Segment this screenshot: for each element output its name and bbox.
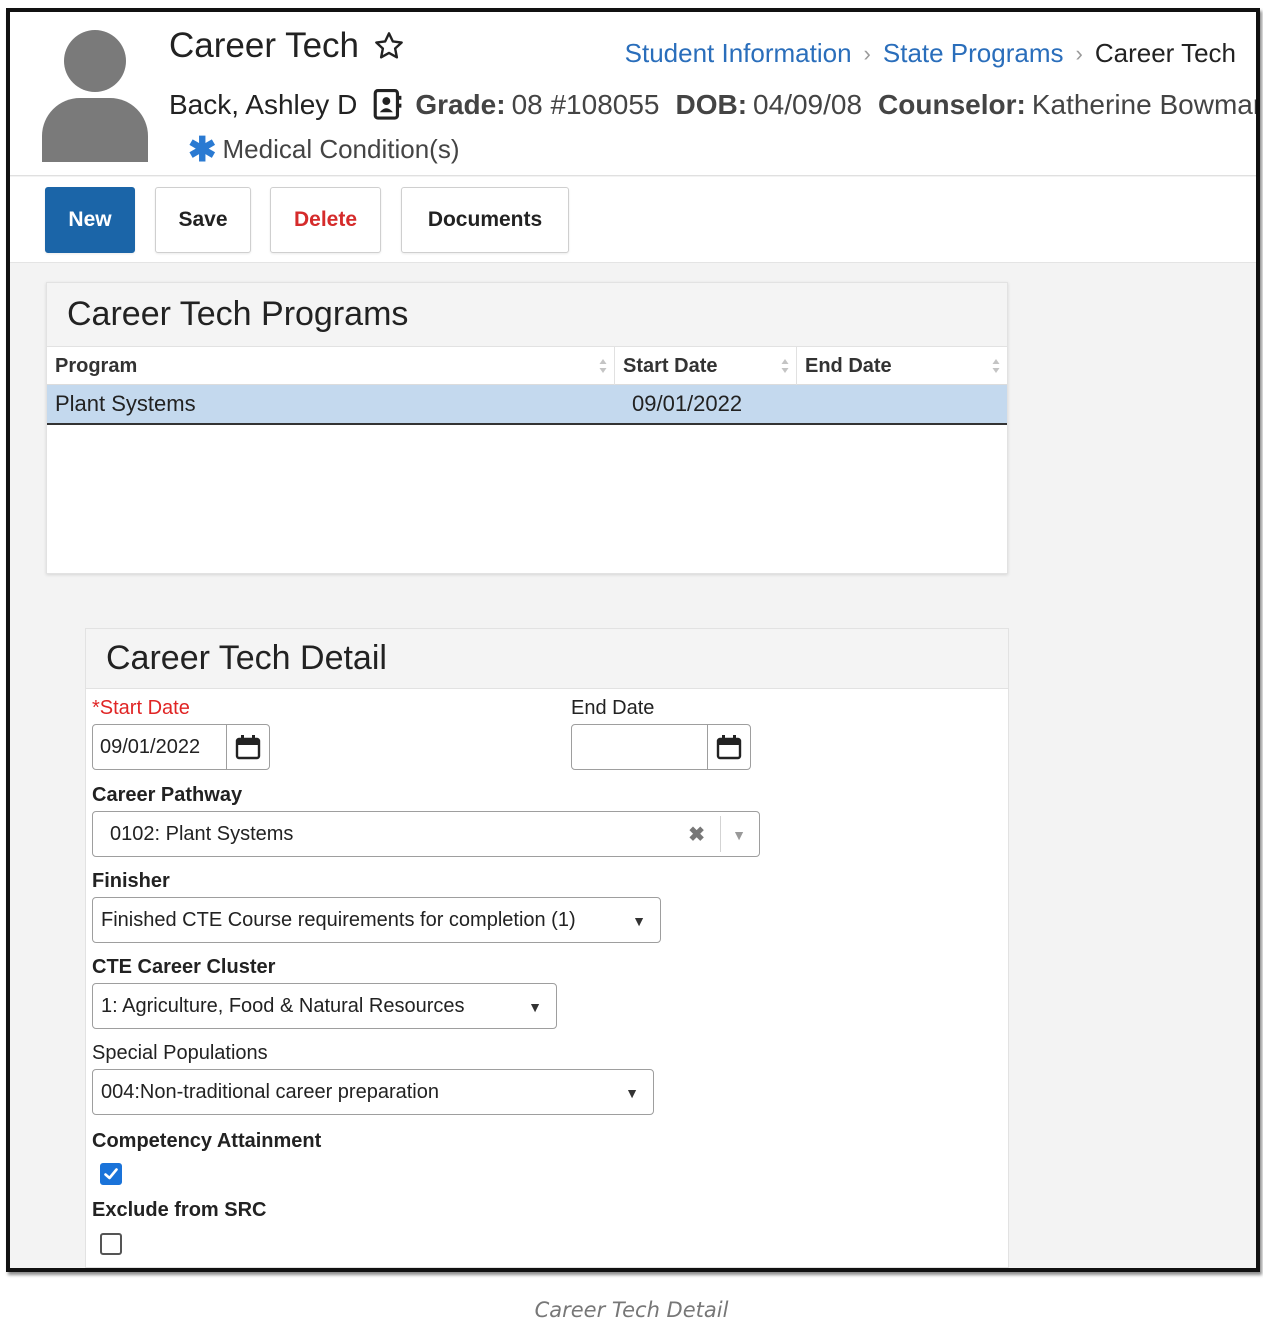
programs-table-header: Program Start Date End Date bbox=[47, 347, 1007, 385]
detail-panel-title: Career Tech Detail bbox=[86, 629, 1008, 689]
counselor-label: Counselor: bbox=[878, 89, 1026, 120]
calendar-icon bbox=[716, 735, 742, 760]
finisher-label: Finisher bbox=[92, 870, 170, 892]
cte-career-cluster-select[interactable]: 1: Agriculture, Food & Natural Resources… bbox=[92, 983, 557, 1029]
chevron-down-icon: ▼ bbox=[625, 1085, 639, 1101]
counselor-value: Katherine Bowman bbox=[1031, 89, 1260, 120]
start-date-label: *Start Date bbox=[92, 697, 190, 719]
exclude-from-src-label: Exclude from SRC bbox=[92, 1199, 267, 1221]
documents-button[interactable]: Documents bbox=[401, 187, 569, 253]
star-icon[interactable] bbox=[373, 30, 405, 62]
start-date-input[interactable]: 09/01/2022 bbox=[93, 725, 227, 769]
grade-value: 08 #108055 bbox=[511, 89, 660, 120]
career-pathway-combobox[interactable]: 0102: Plant Systems ✖ ▼ bbox=[92, 811, 760, 857]
exclude-from-src-checkbox[interactable] bbox=[100, 1233, 122, 1255]
grade-label: Grade: bbox=[415, 89, 506, 120]
career-tech-detail-panel: Career Tech Detail *Start Date 09/01/202… bbox=[85, 628, 1009, 1268]
student-avatar bbox=[42, 30, 148, 162]
student-info: Back, Ashley D Grade: 08 #108055 DOB: 04… bbox=[169, 88, 1260, 122]
breadcrumb-state-programs[interactable]: State Programs bbox=[883, 38, 1064, 69]
save-button[interactable]: Save bbox=[155, 187, 251, 253]
chevron-right-icon: › bbox=[1075, 40, 1083, 66]
cell-program: Plant Systems bbox=[55, 391, 196, 416]
career-pathway-value: 0102: Plant Systems bbox=[110, 822, 294, 845]
sort-icon bbox=[599, 359, 607, 373]
column-header-start-date[interactable]: Start Date bbox=[615, 347, 797, 385]
action-toolbar: New Save Delete Documents bbox=[10, 177, 1256, 263]
end-date-field bbox=[571, 724, 751, 770]
special-populations-value: 004:Non-traditional career preparation bbox=[101, 1080, 439, 1103]
chevron-down-icon[interactable]: ▼ bbox=[732, 827, 746, 843]
dob-value: 04/09/08 bbox=[753, 89, 863, 120]
student-name: Back, Ashley D bbox=[169, 89, 358, 120]
special-populations-select[interactable]: 004:Non-traditional career preparation ▼ bbox=[92, 1069, 654, 1115]
start-date-calendar-button[interactable] bbox=[227, 725, 269, 769]
checkmark-icon bbox=[104, 1168, 118, 1180]
career-pathway-label: Career Pathway bbox=[92, 784, 243, 806]
special-populations-label: Special Populations bbox=[92, 1042, 268, 1064]
end-date-label: End Date bbox=[571, 697, 655, 719]
column-label-program: Program bbox=[55, 354, 138, 377]
page-title-text: Career Tech bbox=[169, 26, 360, 65]
calendar-icon bbox=[235, 735, 261, 760]
finisher-select[interactable]: Finished CTE Course requirements for com… bbox=[92, 897, 661, 943]
chevron-right-icon: › bbox=[863, 40, 871, 66]
page-header: Career Tech Student Information › State … bbox=[10, 12, 1256, 176]
chevron-down-icon: ▼ bbox=[528, 999, 542, 1015]
table-row[interactable]: Plant Systems 09/01/2022 bbox=[47, 385, 1007, 425]
column-label-start-date: Start Date bbox=[623, 354, 718, 377]
figure-caption: Career Tech Detail bbox=[534, 1298, 729, 1322]
competency-attainment-checkbox[interactable] bbox=[100, 1163, 122, 1185]
clear-icon[interactable]: ✖ bbox=[688, 822, 705, 847]
dob-label: DOB: bbox=[675, 89, 748, 120]
end-date-input[interactable] bbox=[572, 725, 708, 769]
app-window: Career Tech Student Information › State … bbox=[6, 8, 1260, 1272]
column-label-end-date: End Date bbox=[805, 354, 892, 377]
start-date-field: 09/01/2022 bbox=[92, 724, 270, 770]
career-tech-programs-panel: Career Tech Programs Program Start Date … bbox=[46, 282, 1008, 574]
contact-card-icon[interactable] bbox=[371, 88, 403, 122]
breadcrumb-current: Career Tech bbox=[1094, 38, 1236, 68]
cte-career-cluster-value: 1: Agriculture, Food & Natural Resources bbox=[101, 994, 465, 1017]
new-button[interactable]: New bbox=[45, 187, 135, 253]
asterisk-icon: ✱ bbox=[188, 130, 217, 169]
end-date-calendar-button[interactable] bbox=[708, 725, 750, 769]
medical-condition-text: Medical Condition(s) bbox=[222, 134, 460, 164]
medical-condition-link[interactable]: ✱ Medical Condition(s) bbox=[188, 130, 460, 169]
cte-career-cluster-label: CTE Career Cluster bbox=[92, 956, 276, 978]
chevron-down-icon: ▼ bbox=[632, 913, 646, 929]
delete-button[interactable]: Delete bbox=[270, 187, 381, 253]
sort-icon bbox=[992, 359, 1000, 373]
page-title: Career Tech bbox=[169, 26, 405, 66]
programs-panel-title: Career Tech Programs bbox=[47, 283, 1007, 347]
breadcrumb-student-information[interactable]: Student Information bbox=[625, 38, 852, 69]
column-header-program[interactable]: Program bbox=[47, 347, 615, 385]
sort-icon bbox=[781, 359, 789, 373]
cell-start-date: 09/01/2022 bbox=[632, 391, 743, 416]
competency-attainment-label: Competency Attainment bbox=[92, 1130, 322, 1152]
column-header-end-date[interactable]: End Date bbox=[797, 347, 1007, 385]
breadcrumb: Student Information › State Programs › C… bbox=[625, 38, 1236, 69]
finisher-value: Finished CTE Course requirements for com… bbox=[101, 908, 576, 931]
